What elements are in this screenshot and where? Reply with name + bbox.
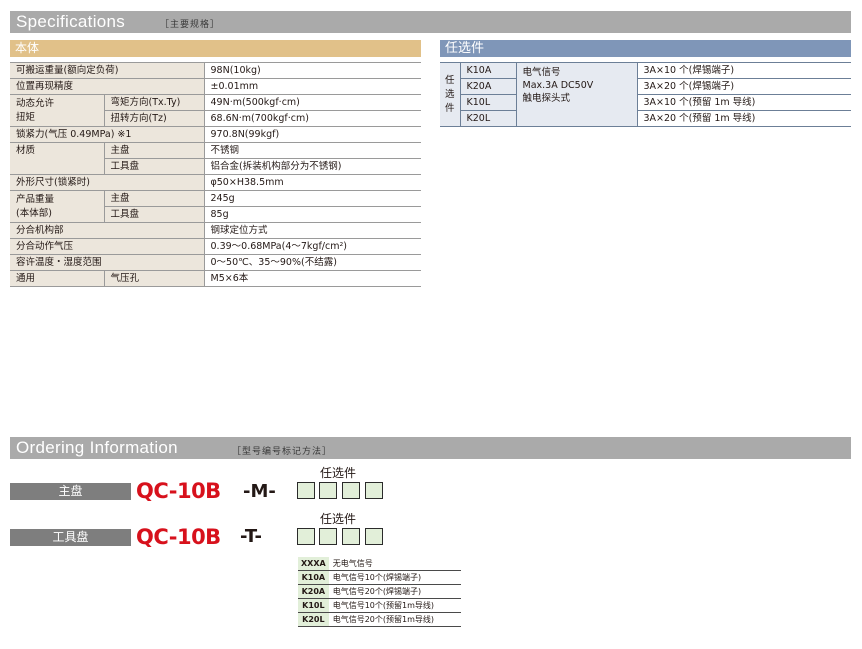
code-desc: 电气信号20个(焊锡端子) bbox=[328, 584, 461, 599]
spec-label: 外形尺寸(锁紧时) bbox=[10, 174, 204, 191]
table-row: 容许温度・湿度范围 0～50℃、35～90%(不结露) bbox=[10, 254, 421, 271]
spec-value: 49N·m(500kgf·cm) bbox=[203, 94, 421, 111]
master-label: 主盘 bbox=[10, 483, 131, 500]
table-row: 锁紧力(气压 0.49MPa) ※1 970.8N(99kgf) bbox=[10, 126, 421, 143]
specifications-subtitle: ［主要规格］ bbox=[160, 20, 221, 30]
spec-label: 分合动作气压 bbox=[10, 238, 204, 255]
tool-option-title: 任选件 bbox=[320, 512, 357, 526]
spec-value: 245g bbox=[203, 190, 421, 207]
master-option-box bbox=[365, 482, 383, 499]
tool-option-box bbox=[342, 528, 360, 545]
ordering-band: Ordering Information ［型号编号标记方法］ bbox=[10, 437, 851, 459]
table-row: K20A 电气信号20个(焊锡端子) bbox=[298, 584, 461, 599]
ordering-title: Ordering Information bbox=[16, 438, 178, 457]
table-row: 通用 气压孔 M5×6本 bbox=[10, 270, 421, 287]
spec-value: 68.6N·m(700kgf·cm) bbox=[203, 110, 421, 127]
option-code-table: XXXA 无电气信号 K10A 电气信号10个(焊锡端子) K20A 电气信号2… bbox=[298, 557, 461, 627]
options-description: 电气信号 Max.3A DC50V 触电探头式 bbox=[515, 62, 637, 127]
tool-model: QC-10B bbox=[136, 525, 221, 549]
option-spec: 3A×10 个(焊锡端子) bbox=[636, 62, 851, 79]
code-desc: 电气信号20个(预留1m导线) bbox=[328, 612, 461, 627]
code-cell: K20L bbox=[298, 612, 329, 627]
options-table: 任 选 件 K10A 电气信号 Max.3A DC50V 触电探头式 3A×10… bbox=[440, 62, 851, 127]
spec-sublabel: 气压孔 bbox=[103, 270, 204, 287]
master-option-title: 任选件 bbox=[320, 466, 357, 480]
table-row: 分合动作气压 0.39～0.68MPa(4～7kgf/cm²) bbox=[10, 238, 421, 255]
option-spec: 3A×20 个(焊锡端子) bbox=[636, 78, 851, 95]
tool-option-box bbox=[319, 528, 337, 545]
option-code: K20L bbox=[459, 110, 516, 127]
spec-sublabel: 主盘 bbox=[103, 142, 204, 159]
option-spec: 3A×10 个(预留 1m 导线) bbox=[636, 94, 851, 111]
tool-option-box bbox=[365, 528, 383, 545]
spec-value: 钢球定位方式 bbox=[203, 222, 421, 239]
options-header: 任选件 bbox=[440, 40, 851, 57]
table-row: K20A 3A×20 个(焊锡端子) bbox=[440, 78, 851, 95]
spec-value: M5×6本 bbox=[203, 270, 421, 287]
specifications-band: Specifications ［主要规格］ bbox=[10, 11, 851, 33]
spec-sublabel: 弯矩方向(Tx.Ty) bbox=[103, 94, 204, 111]
table-row: 产品重量 (本体部) 主盘 245g bbox=[10, 190, 421, 223]
spec-sublabel: 主盘 bbox=[103, 190, 204, 207]
spec-value: 不锈钢 bbox=[203, 142, 421, 159]
table-row: XXXA 无电气信号 bbox=[298, 557, 461, 571]
spec-label: 产品重量 (本体部) bbox=[10, 190, 104, 223]
spec-label: 锁紧力(气压 0.49MPa) ※1 bbox=[10, 126, 204, 143]
spec-value: 970.8N(99kgf) bbox=[203, 126, 421, 143]
spec-value: ±0.01mm bbox=[203, 78, 421, 95]
table-row: 任 选 件 K10A 电气信号 Max.3A DC50V 触电探头式 3A×10… bbox=[440, 62, 851, 127]
table-row: 位置再现精度 ±0.01mm bbox=[10, 78, 421, 95]
spec-value: 85g bbox=[203, 206, 421, 223]
code-desc: 无电气信号 bbox=[328, 557, 461, 571]
options-group-label: 任 选 件 bbox=[440, 62, 460, 127]
table-row: K10L 电气信号10个(预留1m导线) bbox=[298, 598, 461, 613]
spec-label: 容许温度・湿度范围 bbox=[10, 254, 204, 271]
code-cell: K10L bbox=[298, 598, 329, 613]
spec-value: 铝合金(拆装机构部分为不锈钢) bbox=[203, 158, 421, 175]
table-row: K20L 电气信号20个(预留1m导线) bbox=[298, 612, 461, 627]
spec-value: 0～50℃、35～90%(不结露) bbox=[203, 254, 421, 271]
spec-sublabel: 扭转方向(Tz) bbox=[103, 110, 204, 127]
master-suffix: -M- bbox=[243, 481, 276, 502]
spec-label: 可搬运重量(额向定负荷) bbox=[10, 62, 204, 79]
tool-label: 工具盘 bbox=[10, 529, 131, 546]
table-row: 材质 主盘 不锈钢 bbox=[10, 142, 421, 175]
spec-label: 分合机构部 bbox=[10, 222, 204, 239]
spec-label: 位置再现精度 bbox=[10, 78, 204, 95]
spec-value: φ50×H38.5mm bbox=[203, 174, 421, 191]
spec-table: 可搬运重量(额向定负荷) 98N(10kg) 位置再现精度 ±0.01mm 动态… bbox=[10, 62, 421, 287]
spec-value: 0.39～0.68MPa(4～7kgf/cm²) bbox=[203, 238, 421, 255]
spec-label: 动态允许 扭矩 bbox=[10, 94, 104, 127]
table-row: 动态允许 扭矩 弯矩方向(Tx.Ty) 49N·m(500kgf·cm) bbox=[10, 94, 421, 127]
master-model: QC-10B bbox=[136, 479, 221, 503]
code-desc: 电气信号10个(焊锡端子) bbox=[328, 570, 461, 585]
option-spec: 3A×20 个(预留 1m 导线) bbox=[636, 110, 851, 127]
tool-suffix: -T- bbox=[240, 526, 262, 547]
master-option-box bbox=[297, 482, 315, 499]
table-row: 分合机构部 钢球定位方式 bbox=[10, 222, 421, 239]
spec-sublabel: 工具盘 bbox=[103, 206, 204, 223]
spec-label: 通用 bbox=[10, 270, 104, 287]
spec-sublabel: 工具盘 bbox=[103, 158, 204, 175]
table-row: K10L 3A×10 个(预留 1m 导线) bbox=[440, 94, 851, 111]
code-cell: K20A bbox=[298, 584, 329, 599]
specifications-title: Specifications bbox=[16, 12, 126, 31]
table-row: 可搬运重量(额向定负荷) 98N(10kg) bbox=[10, 62, 421, 79]
table-row: K10A 电气信号10个(焊锡端子) bbox=[298, 570, 461, 585]
spec-value: 98N(10kg) bbox=[203, 62, 421, 79]
master-option-box bbox=[319, 482, 337, 499]
tool-option-box bbox=[297, 528, 315, 545]
option-code: K20A bbox=[459, 78, 516, 95]
table-row: K20L 3A×20 个(预留 1m 导线) bbox=[440, 110, 851, 127]
master-option-box bbox=[342, 482, 360, 499]
code-cell: K10A bbox=[298, 570, 329, 585]
code-cell: XXXA bbox=[298, 557, 329, 571]
option-code: K10L bbox=[459, 94, 516, 111]
option-code: K10A bbox=[459, 62, 516, 79]
table-row: 外形尺寸(锁紧时) φ50×H38.5mm bbox=[10, 174, 421, 191]
code-desc: 电气信号10个(预留1m导线) bbox=[328, 598, 461, 613]
spec-label: 材质 bbox=[10, 142, 104, 175]
body-header: 本体 bbox=[10, 40, 421, 57]
ordering-subtitle: ［型号编号标记方法］ bbox=[232, 447, 333, 457]
